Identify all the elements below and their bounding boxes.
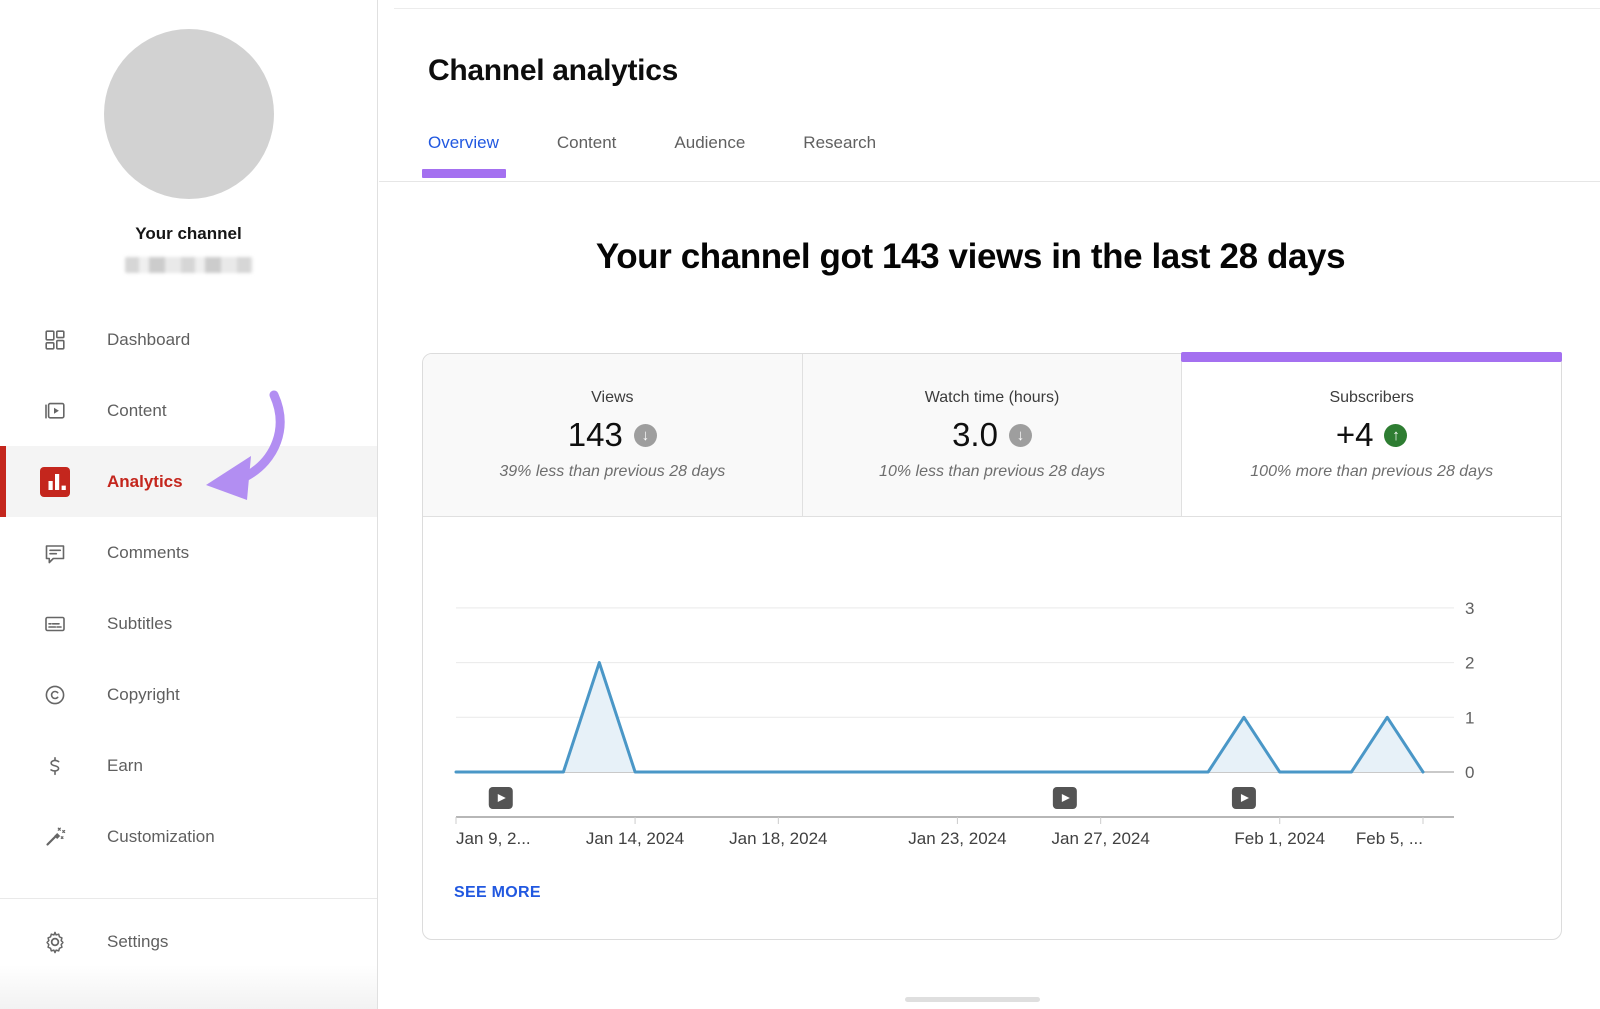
y-axis-tick-label: 0	[1465, 763, 1474, 782]
x-axis-tick-label: Jan 9, 2...	[456, 829, 531, 848]
tabs-divider	[379, 181, 1600, 182]
y-axis-tick-label: 1	[1465, 708, 1474, 727]
metric-watch-time[interactable]: Watch time (hours) 3.0 ↓ 10% less than p…	[803, 354, 1183, 516]
sidebar-item-label: Analytics	[107, 472, 183, 492]
sidebar-item-label: Dashboard	[107, 330, 190, 350]
metric-label: Views	[591, 389, 633, 407]
metric-value: 3.0	[952, 416, 998, 454]
earn-icon	[40, 751, 70, 781]
tab-research[interactable]: Research	[803, 133, 876, 153]
sidebar-menu: Dashboard Content	[0, 304, 377, 977]
trend-down-icon: ↓	[1009, 424, 1032, 447]
sidebar-item-subtitles[interactable]: Subtitles	[0, 588, 377, 659]
sidebar-item-customization[interactable]: Customization	[0, 801, 377, 872]
channel-handle-redacted	[125, 257, 253, 273]
summary-headline: Your channel got 143 views in the last 2…	[379, 237, 1562, 277]
metric-delta: 10% less than previous 28 days	[879, 463, 1105, 481]
sidebar-item-settings[interactable]: Settings	[0, 906, 377, 977]
page-title: Channel analytics	[428, 54, 678, 88]
your-channel-label: Your channel	[0, 224, 377, 244]
x-axis-tick-label: Jan 27, 2024	[1052, 829, 1150, 848]
copyright-icon	[40, 680, 70, 710]
sidebar-item-label: Subtitles	[107, 614, 172, 634]
analytics-tabs: Overview Content Audience Research	[428, 133, 876, 153]
subscribers-chart: 0 1 2 3 Jan 9, 2... Jan 14, 2024 Jan 18, 2024 J…	[423, 516, 1563, 856]
see-more-link[interactable]: SEE MORE	[454, 884, 541, 902]
tab-overview[interactable]: Overview	[428, 133, 499, 153]
dashboard-icon	[40, 325, 70, 355]
sidebar-item-copyright[interactable]: Copyright	[0, 659, 377, 730]
sidebar-item-label: Comments	[107, 543, 189, 563]
customization-icon	[40, 822, 70, 852]
x-axis-tick-label: Jan 18, 2024	[729, 829, 827, 848]
y-axis-tick-label: 2	[1465, 654, 1474, 673]
x-axis-tick-label: Jan 14, 2024	[586, 829, 684, 848]
comments-icon	[40, 538, 70, 568]
selected-metric-highlight	[1181, 352, 1562, 362]
tab-audience[interactable]: Audience	[674, 133, 745, 153]
sidebar-item-label: Settings	[107, 932, 168, 952]
horizontal-scrollbar[interactable]	[905, 997, 1040, 1002]
analytics-card: Views 143 ↓ 39% less than previous 28 da…	[422, 353, 1562, 940]
gear-icon	[40, 927, 70, 957]
subtitles-icon	[40, 609, 70, 639]
sidebar-item-label: Earn	[107, 756, 143, 776]
metric-delta: 39% less than previous 28 days	[499, 463, 725, 481]
metric-label: Subscribers	[1329, 389, 1413, 407]
x-axis-tick-label: Feb 5, ...	[1356, 829, 1423, 848]
top-divider	[394, 8, 1600, 9]
sidebar-item-analytics[interactable]: Analytics	[0, 446, 377, 517]
metric-views[interactable]: Views 143 ↓ 39% less than previous 28 da…	[423, 354, 803, 516]
sidebar-divider	[0, 898, 377, 899]
sidebar-item-comments[interactable]: Comments	[0, 517, 377, 588]
metric-label: Watch time (hours)	[925, 389, 1060, 407]
tab-content[interactable]: Content	[557, 133, 617, 153]
metric-value: +4	[1336, 416, 1374, 454]
sidebar-item-label: Copyright	[107, 685, 180, 705]
metric-subscribers[interactable]: Subscribers +4 ↑ 100% more than previous…	[1182, 354, 1561, 516]
sidebar-item-dashboard[interactable]: Dashboard	[0, 304, 377, 375]
sidebar-item-content[interactable]: Content	[0, 375, 377, 446]
analytics-icon	[40, 467, 70, 497]
metric-value: 143	[568, 416, 623, 454]
tab-label: Audience	[674, 133, 745, 152]
content-icon	[40, 396, 70, 426]
metric-delta: 100% more than previous 28 days	[1250, 463, 1493, 481]
trend-down-icon: ↓	[634, 424, 657, 447]
x-axis-tick-label: Jan 23, 2024	[908, 829, 1006, 848]
youtube-studio-analytics-page: Your channel Dashboard	[0, 0, 1600, 1009]
trend-up-icon: ↑	[1384, 424, 1407, 447]
main-content: Channel analytics Overview Content Audie…	[379, 0, 1600, 1009]
sidebar-item-label: Content	[107, 401, 167, 421]
tab-label: Research	[803, 133, 876, 152]
sidebar: Your channel Dashboard	[0, 0, 378, 1009]
metric-tabs: Views 143 ↓ 39% less than previous 28 da…	[423, 354, 1561, 517]
tab-label: Content	[557, 133, 617, 152]
sidebar-item-earn[interactable]: Earn	[0, 730, 377, 801]
tab-label: Overview	[428, 133, 499, 152]
chart-area: 0 1 2 3 Jan 9, 2... Jan 14, 2024 Jan 18, 2024 J…	[423, 516, 1563, 856]
sidebar-item-label: Customization	[107, 827, 215, 847]
y-axis-tick-label: 3	[1465, 599, 1474, 618]
x-axis-tick-label: Feb 1, 2024	[1234, 829, 1325, 848]
channel-avatar[interactable]	[104, 29, 274, 199]
active-tab-underline	[422, 169, 506, 178]
